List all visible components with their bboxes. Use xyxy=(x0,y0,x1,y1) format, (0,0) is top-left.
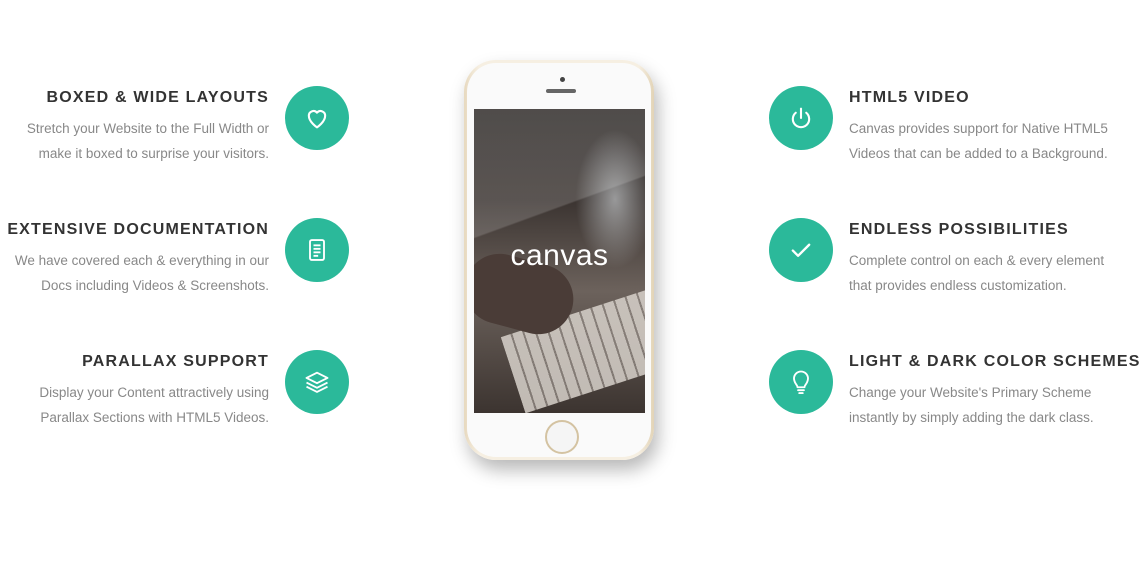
feature-title: BOXED & WIDE LAYOUTS xyxy=(46,89,269,106)
check-icon[interactable] xyxy=(769,218,833,282)
feature-title: LIGHT & DARK COLOR SCHEMES xyxy=(849,353,1141,370)
phone-camera xyxy=(560,77,565,82)
feature-boxed-wide-layouts: BOXED & WIDE LAYOUTS Stretch your Websit… xyxy=(0,88,269,166)
feature-description: We have covered each & everything in our… xyxy=(14,253,269,293)
feature-title: ENDLESS POSSIBILITIES xyxy=(849,221,1069,238)
feature-html5-video: HTML5 VIDEO Canvas provides support for … xyxy=(849,88,1134,166)
layers-icon[interactable] xyxy=(285,350,349,414)
phone-home-button[interactable] xyxy=(545,420,579,454)
phone-speaker xyxy=(546,89,576,93)
phone-screen: canvas xyxy=(474,109,645,413)
feature-description: Complete control on each & every element… xyxy=(849,253,1105,293)
feature-description: Change your Website's Primary Scheme inst… xyxy=(849,385,1094,425)
feature-endless-possibilities: ENDLESS POSSIBILITIES Complete control o… xyxy=(849,220,1134,298)
feature-light-dark-color-schemes: LIGHT & DARK COLOR SCHEMES Change your W… xyxy=(849,352,1141,430)
feature-extensive-documentation: EXTENSIVE DOCUMENTATION We have covered … xyxy=(0,220,269,298)
feature-title: PARALLAX SUPPORT xyxy=(82,353,269,370)
feature-description: Canvas provides support for Native HTML5… xyxy=(849,121,1108,161)
feature-parallax-support: PARALLAX SUPPORT Display your Content at… xyxy=(0,352,269,430)
phone-body: canvas xyxy=(467,63,651,457)
lightbulb-icon[interactable] xyxy=(769,350,833,414)
phone-mockup: canvas xyxy=(464,60,654,460)
feature-description: Display your Content attractively using P… xyxy=(39,385,269,425)
document-icon[interactable] xyxy=(285,218,349,282)
screen-logo: canvas xyxy=(510,239,609,272)
feature-title: EXTENSIVE DOCUMENTATION xyxy=(7,221,269,238)
power-icon[interactable] xyxy=(769,86,833,150)
feature-description: Stretch your Website to the Full Width o… xyxy=(26,121,269,161)
feature-title: HTML5 VIDEO xyxy=(849,89,970,106)
heart-icon[interactable] xyxy=(285,86,349,150)
